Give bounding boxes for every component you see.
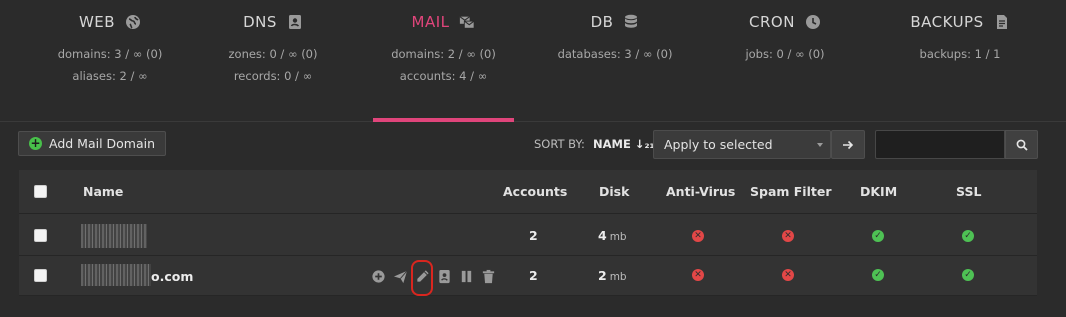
add-mail-domain-label: Add Mail Domain	[49, 136, 156, 151]
disk-value: 2	[598, 268, 607, 283]
column-disk: Disk	[599, 184, 630, 199]
clock-icon	[805, 15, 820, 29]
row-checkbox[interactable]	[34, 269, 47, 282]
apply-bulk-action-button[interactable]	[831, 130, 865, 159]
bulk-action-value: Apply to selected	[664, 137, 773, 152]
accounts-count: 2	[529, 268, 538, 283]
active-tab-indicator	[373, 118, 514, 122]
tab-backups-stat-1: backups: 1 / 1	[919, 47, 1001, 61]
trash-icon[interactable]	[481, 269, 496, 284]
tab-web-stat-1: domains: 3 / ∞ (0)	[57, 47, 163, 61]
tab-backups-title: BACKUPS	[910, 13, 984, 31]
disk-unit: mb	[609, 231, 627, 243]
chevron-down-icon	[817, 143, 823, 147]
search-input[interactable]	[875, 130, 1005, 159]
tab-dns-stat-1: zones: 0 / ∞ (0)	[228, 47, 318, 61]
dkim-on-icon: ✓	[872, 269, 884, 281]
disk-value: 4	[598, 228, 607, 243]
tab-db-stat-1: databases: 3 / ∞ (0)	[557, 47, 673, 61]
tab-dns-stat-2: records: 0 / ∞	[233, 69, 313, 83]
ssl-on-icon: ✓	[962, 230, 974, 242]
file-icon	[996, 15, 1007, 29]
search-icon	[1016, 139, 1028, 151]
dkim-on-icon: ✓	[872, 230, 884, 242]
address-book-icon[interactable]	[437, 269, 452, 284]
tab-cron[interactable]: CRON jobs: 0 / ∞ (0)	[705, 0, 865, 122]
ssl-on-icon: ✓	[962, 269, 974, 281]
column-antivirus: Anti-Virus	[666, 184, 736, 199]
tab-cron-stat-1: jobs: 0 / ∞ (0)	[745, 47, 825, 61]
tab-mail-title: MAIL	[411, 13, 450, 31]
tab-cron-title: CRON	[749, 13, 795, 31]
database-icon	[625, 14, 638, 28]
antivirus-off-icon: ✕	[692, 230, 704, 242]
disk-usage: 2 mb	[598, 268, 627, 283]
table-header: Name Accounts Disk Anti-Virus Spam Filte…	[19, 170, 1037, 214]
disk-usage: 4 mb	[598, 228, 627, 243]
add-icon[interactable]	[371, 269, 386, 284]
accounts-count: 2	[529, 228, 538, 243]
antivirus-off-icon: ✕	[692, 269, 704, 281]
table-row[interactable]: 2 4 mb ✕ ✕ ✓ ✓	[19, 216, 1037, 256]
domain-name[interactable]: o.com	[151, 269, 193, 284]
pause-icon[interactable]	[459, 269, 474, 284]
tab-backups[interactable]: BACKUPS backups: 1 / 1	[880, 0, 1040, 122]
row-actions	[371, 268, 496, 284]
tab-dns-title: DNS	[243, 13, 277, 31]
row-checkbox[interactable]	[34, 229, 47, 242]
mail-stack-icon	[460, 16, 476, 29]
disk-unit: mb	[609, 271, 627, 283]
arrow-right-icon	[843, 140, 854, 150]
toolbar: + Add Mail Domain SORT BY: NAME ↓₂₁ Appl…	[0, 123, 1066, 168]
address-book-icon	[288, 15, 301, 29]
redacted-domain-name	[81, 264, 151, 286]
column-name[interactable]: Name	[83, 184, 123, 199]
sort-by-label: SORT BY:	[534, 137, 585, 151]
select-all-checkbox[interactable]	[34, 185, 47, 198]
add-mail-domain-button[interactable]: + Add Mail Domain	[18, 131, 167, 156]
add-icon: +	[29, 136, 42, 150]
tab-db-title: DB	[590, 13, 614, 31]
tab-web-stat-2: aliases: 2 / ∞	[72, 69, 148, 83]
tab-web[interactable]: WEB domains: 3 / ∞ (0) aliases: 2 / ∞	[30, 0, 190, 122]
send-icon[interactable]	[393, 269, 408, 284]
spam-filter-off-icon: ✕	[782, 230, 794, 242]
table-row[interactable]: o.com 2 2 mb ✕ ✕ ✓ ✓	[19, 256, 1037, 296]
spam-filter-off-icon: ✕	[782, 269, 794, 281]
tab-mail[interactable]: MAIL domains: 2 / ∞ (0) accounts: 4 / ∞	[373, 0, 514, 122]
mail-domains-table: Name Accounts Disk Anti-Virus Spam Filte…	[19, 170, 1037, 296]
tab-web-title: WEB	[78, 13, 116, 31]
search-button[interactable]	[1005, 130, 1038, 159]
bulk-action-select[interactable]: Apply to selected	[653, 130, 831, 159]
globe-icon	[126, 15, 141, 29]
edit-highlight-annotation	[411, 260, 433, 296]
redacted-domain-name[interactable]	[81, 224, 147, 248]
sort-by-toggle[interactable]: NAME ↓₂₁	[593, 137, 655, 151]
column-ssl: SSL	[956, 184, 982, 199]
tab-mail-stat-2: accounts: 4 / ∞	[399, 69, 488, 83]
column-spam-filter: Spam Filter	[750, 184, 832, 199]
tab-db[interactable]: DB databases: 3 / ∞ (0)	[535, 0, 695, 122]
stats-tabs: WEB domains: 3 / ∞ (0) aliases: 2 / ∞ DNS…	[0, 0, 1066, 122]
column-accounts: Accounts	[503, 184, 568, 199]
tab-mail-stat-1: domains: 2 / ∞ (0)	[391, 47, 496, 61]
column-dkim: DKIM	[860, 184, 898, 199]
tab-dns[interactable]: DNS zones: 0 / ∞ (0) records: 0 / ∞	[193, 0, 353, 122]
